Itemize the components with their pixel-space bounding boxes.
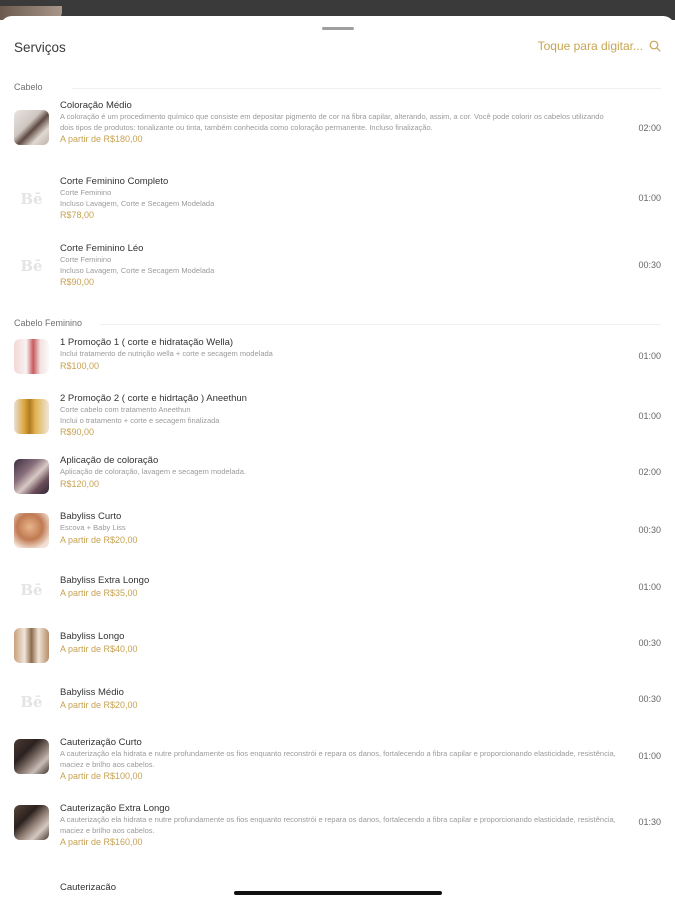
sheet-grabber[interactable] (322, 27, 354, 30)
service-description: Corte Feminino Incluso Lavagem, Corte e … (60, 188, 215, 208)
service-price: R$120,00 (60, 478, 100, 489)
service-name: Babyliss Longo (60, 631, 125, 642)
service-description: A cauterização ela hidrata e nutre profu… (60, 749, 616, 769)
service-row-peek[interactable]: Cauterização Longo (60, 882, 140, 890)
service-name: Corte Feminino Léo (60, 243, 144, 254)
service-row[interactable]: Babyliss Curto Escova + Baby Liss A part… (0, 511, 675, 569)
service-name: Coloração Médio (60, 100, 132, 111)
service-price: A partir de R$180,00 (60, 134, 143, 144)
service-duration: 01:00 (638, 751, 661, 761)
service-price: A partir de R$20,00 (60, 700, 138, 710)
service-duration: 01:00 (638, 582, 661, 592)
service-row[interactable]: Cauterização Curto A cauterização ela hi… (0, 731, 675, 797)
service-duration: 02:00 (638, 123, 661, 133)
service-description: A cauterização ela hidrata e nutre profu… (60, 815, 616, 835)
service-row[interactable]: Babyliss Longo A partir de R$40,00 00:30 (0, 625, 675, 681)
service-row[interactable]: Bē Babyliss Extra Longo A partir de R$35… (0, 569, 675, 625)
service-description: A coloração é um procedimento químico qu… (60, 112, 604, 132)
service-name: Corte Feminino Completo (60, 176, 169, 187)
services-list: Cabelo Coloração Médio A coloração é um … (0, 78, 675, 863)
service-name: 2 Promoção 2 ( corte e hidrtação ) Aneet… (60, 393, 247, 404)
service-row[interactable]: Bē Corte Feminino Completo Corte Feminin… (0, 171, 675, 238)
service-duration: 02:00 (638, 467, 661, 477)
service-duration: 01:00 (638, 351, 661, 361)
page-title: Serviços (14, 40, 66, 55)
service-photo (14, 459, 49, 494)
section-divider (100, 324, 661, 325)
service-name: Cauterização Longo (60, 882, 116, 890)
service-duration: 00:30 (638, 638, 661, 648)
service-description: Corte cabelo com tratamento Aneethun Inc… (60, 405, 220, 425)
section-label: Cabelo (14, 82, 43, 92)
service-row[interactable]: Coloração Médio A coloração é um procedi… (0, 95, 675, 171)
service-photo (14, 399, 49, 434)
home-indicator (234, 891, 442, 895)
service-row[interactable]: Bē Corte Feminino Léo Corte Feminino Inc… (0, 238, 675, 314)
section-header: Cabelo Feminino (0, 314, 675, 331)
service-price: A partir de R$40,00 (60, 644, 138, 654)
salon-logo-icon: Bē (20, 189, 43, 208)
service-photo (14, 628, 49, 663)
service-price: R$90,00 (60, 427, 95, 437)
service-row[interactable]: 2 Promoção 2 ( corte e hidrtação ) Aneet… (0, 389, 675, 453)
service-price: R$100,00 (60, 360, 100, 371)
section-label: Cabelo Feminino (14, 318, 83, 328)
service-name: Babyliss Extra Longo (60, 575, 150, 586)
service-name: Babyliss Médio (60, 687, 124, 698)
service-name: Cauterização Curto (60, 737, 142, 748)
service-description: Corte Feminino Incluso Lavagem, Corte e … (60, 255, 215, 275)
service-photo (14, 739, 49, 774)
section-header: Cabelo (0, 78, 675, 95)
service-name: Babyliss Curto (60, 511, 122, 522)
service-duration: 01:00 (638, 411, 661, 421)
service-price: R$90,00 (60, 277, 95, 287)
salon-logo-icon: Bē (20, 580, 43, 599)
services-sheet: Serviços Toque para digitar... Cabelo Co… (0, 16, 675, 900)
service-name: 1 Promoção 1 ( corte e hidratação Wella) (60, 337, 234, 348)
service-row[interactable]: Bē Babyliss Médio A partir de R$20,00 00… (0, 681, 675, 731)
search-field[interactable]: Toque para digitar... (538, 39, 661, 53)
salon-logo-icon: Bē (20, 692, 43, 711)
service-duration: 00:30 (638, 694, 661, 704)
salon-logo-icon: Bē (20, 256, 43, 275)
service-price: A partir de R$35,00 (60, 588, 138, 598)
service-duration: 00:30 (638, 260, 661, 270)
service-description: Inclui tratamento de nutrição wella + co… (60, 349, 273, 358)
service-photo (14, 339, 49, 374)
service-photo (14, 513, 49, 548)
service-row[interactable]: Aplicação de coloração Aplicação de colo… (0, 453, 675, 511)
service-duration: 01:00 (638, 193, 661, 203)
service-photo (14, 805, 49, 840)
search-icon[interactable] (649, 40, 661, 52)
service-description: Escova + Baby Liss (60, 523, 126, 532)
service-name: Cauterização Extra Longo (60, 803, 170, 814)
service-description: Aplicação de coloração, lavagem e secage… (60, 467, 246, 476)
service-photo (14, 110, 49, 145)
service-name: Aplicação de coloração (60, 455, 159, 466)
section-divider (72, 88, 661, 89)
service-duration: 01:30 (638, 817, 661, 827)
service-row[interactable]: Cauterização Extra Longo A cauterização … (0, 797, 675, 863)
search-placeholder[interactable]: Toque para digitar... (538, 39, 643, 53)
service-price: A partir de R$20,00 (60, 534, 138, 545)
service-price: R$78,00 (60, 210, 95, 220)
service-price: A partir de R$100,00 (60, 771, 143, 781)
service-price: A partir de R$160,00 (60, 837, 143, 847)
service-duration: 00:30 (638, 525, 661, 535)
service-row[interactable]: 1 Promoção 1 ( corte e hidratação Wella)… (0, 331, 675, 389)
